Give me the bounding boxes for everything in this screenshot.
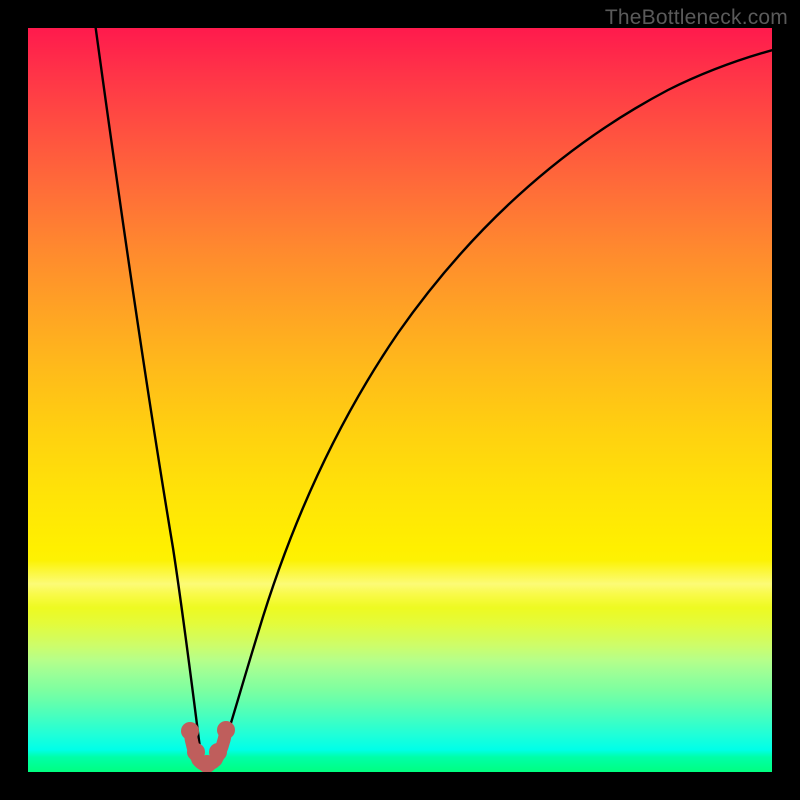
highlight-band xyxy=(28,560,772,608)
curve-path xyxy=(95,28,772,767)
chart-area xyxy=(28,28,772,772)
watermark-text: TheBottleneck.com xyxy=(605,6,788,30)
bottleneck-curve xyxy=(28,28,772,772)
minimum-marker-dots xyxy=(181,721,235,772)
minimum-marker xyxy=(190,731,226,765)
